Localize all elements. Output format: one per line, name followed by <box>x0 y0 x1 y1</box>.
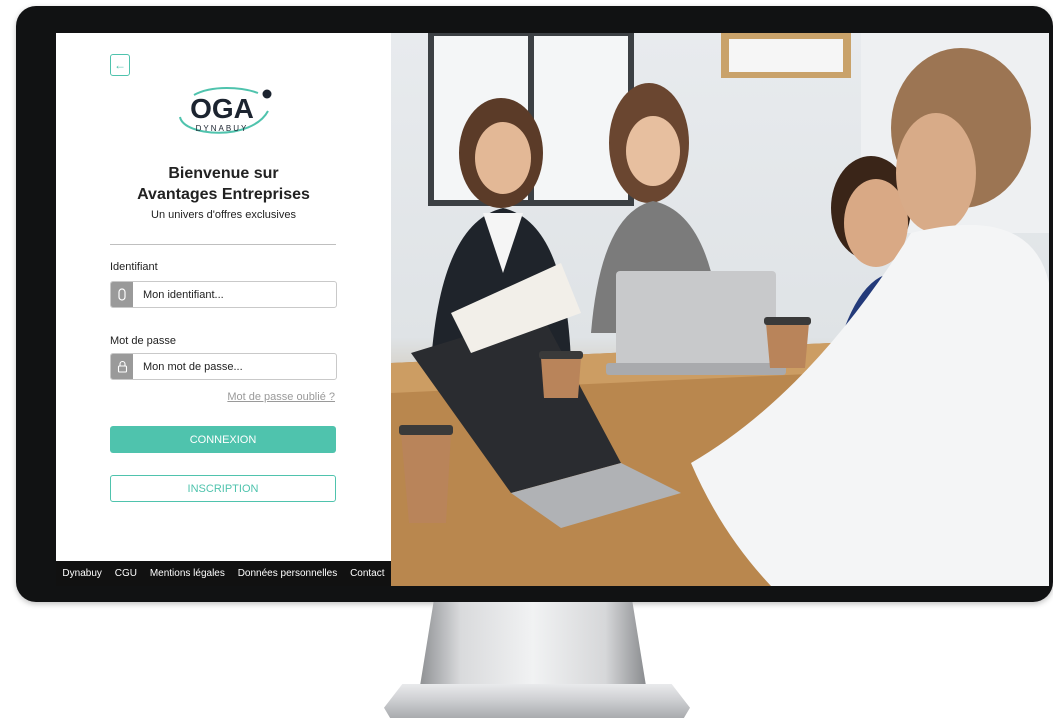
footer-link-donnees-personnelles[interactable]: Données personnelles <box>238 568 338 579</box>
logo-text: OGA <box>190 93 254 124</box>
monitor-frame: ← OGA DYNABUY Bienvenue sur Avantages En… <box>16 6 1053 602</box>
footer-links: Dynabuy CGU Mentions légales Données per… <box>56 561 391 586</box>
screen: ← OGA DYNABUY Bienvenue sur Avantages En… <box>56 33 1049 586</box>
lock-icon <box>111 354 133 379</box>
connexion-button[interactable]: CONNEXION <box>110 426 336 453</box>
welcome-subtitle: Un univers d'offres exclusives <box>151 209 296 221</box>
monitor-stand-base <box>384 684 690 718</box>
arrow-left-icon: ← <box>114 58 126 72</box>
footer-link-cgu[interactable]: CGU <box>115 568 137 579</box>
password-label: Mot de passe <box>110 335 177 347</box>
office-team-photo <box>391 33 1049 586</box>
identifiant-field[interactable] <box>110 281 337 308</box>
logo-subtext: DYNABUY <box>196 124 249 133</box>
login-panel: ← OGA DYNABUY Bienvenue sur Avantages En… <box>56 33 391 586</box>
oga-dynabuy-logo: OGA DYNABUY <box>179 87 272 134</box>
footer-link-mentions-legales[interactable]: Mentions légales <box>150 568 225 579</box>
divider <box>110 244 336 245</box>
identifiant-label: Identifiant <box>110 261 158 273</box>
welcome-title: Bienvenue sur Avantages Entreprises <box>56 163 391 205</box>
welcome-title-line1: Bienvenue sur <box>168 165 279 182</box>
identifiant-input[interactable] <box>133 287 325 302</box>
monitor-stand-neck <box>420 602 646 686</box>
footer-link-contact[interactable]: Contact <box>350 568 384 579</box>
forgot-password-link[interactable]: Mot de passe oublié ? <box>176 391 335 403</box>
back-button[interactable]: ← <box>110 54 130 76</box>
password-field[interactable] <box>110 353 337 380</box>
welcome-title-line2: Avantages Entreprises <box>137 186 310 203</box>
footer-link-dynabuy[interactable]: Dynabuy <box>62 568 101 579</box>
inscription-button[interactable]: INSCRIPTION <box>110 475 336 502</box>
password-input[interactable] <box>133 359 325 374</box>
user-icon <box>111 282 133 307</box>
